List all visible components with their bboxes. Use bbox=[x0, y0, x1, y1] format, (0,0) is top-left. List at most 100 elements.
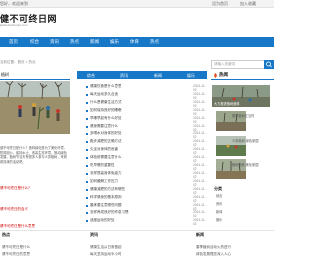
welcome-text: 您好，欢迎来到 bbox=[0, 1, 28, 6]
main-nav: 首页 综合 资讯 热点 新闻 娱乐 体育 热点 bbox=[0, 37, 274, 47]
tree-planting-photo[interactable] bbox=[0, 81, 70, 134]
bottom-col2-title: 资讯 bbox=[90, 232, 98, 237]
left-section-title: 植树 bbox=[1, 72, 9, 77]
list-item-title[interactable]: 吃早餐的重要性 bbox=[90, 163, 115, 168]
list-item-date: 2024-11-02 bbox=[193, 155, 206, 164]
nav-item-5[interactable]: 新闻 bbox=[90, 39, 99, 45]
site-domain: jianbukezhongri.com bbox=[0, 23, 28, 27]
tab-3[interactable]: 新闻 bbox=[154, 73, 162, 79]
bottom-col3-title: 新闻 bbox=[196, 232, 204, 237]
list-item-date: 2024-11-02 bbox=[193, 163, 206, 171]
bullet-icon bbox=[86, 101, 88, 104]
footer-category-title: 分类 bbox=[214, 186, 222, 191]
list-item-title[interactable]: 跑步减肥的正确方法 bbox=[90, 139, 122, 144]
bottom-col3-item-2[interactable]: 绿色发展理念深入人心 bbox=[196, 252, 231, 257]
list-item[interactable]: 怎样养成良好的作息习惯 2024-11-02 bbox=[77, 210, 207, 219]
list-item-title[interactable]: 适度运动的好处 bbox=[90, 218, 115, 223]
category-tabs: 综合 资讯 新闻 娱乐 bbox=[77, 71, 207, 79]
list-item[interactable]: 早睡早起有什么好处 2024-11-02 bbox=[77, 116, 207, 124]
side-thumb-2-title[interactable]: 义务植树 绿色家园 bbox=[232, 138, 258, 143]
list-item-title[interactable]: 多喝水对身体的好处 bbox=[90, 131, 122, 136]
bottom-col2-item-2[interactable]: 每天坚持运动半小时 bbox=[90, 252, 122, 257]
bullet-icon bbox=[86, 117, 88, 120]
list-item-date: 2024-11-02 bbox=[193, 210, 206, 219]
bullet-icon bbox=[86, 141, 88, 144]
list-item-title[interactable]: 健康减肥的方法有哪些 bbox=[90, 187, 125, 192]
side-thumb-1-title[interactable]: 春季植树正当时 bbox=[232, 113, 254, 118]
list-item-title[interactable]: 怎样提高身体免疫力 bbox=[90, 171, 122, 176]
bottom-col1-item-1[interactable]: 健不可终日是什么 bbox=[2, 245, 30, 250]
list-item[interactable]: 多喝水对身体的好处 2024-11-02 bbox=[77, 131, 207, 139]
nav-item-4[interactable]: 热点 bbox=[70, 39, 79, 45]
nav-item-7[interactable]: 体育 bbox=[130, 39, 139, 45]
nav-item-8[interactable]: 热点 bbox=[150, 39, 159, 45]
list-item-title[interactable]: 每天运动多久合适 bbox=[90, 92, 118, 97]
footer-category-1[interactable]: 综合 bbox=[216, 193, 222, 198]
list-item-title[interactable]: 体检前需要注意什么 bbox=[90, 155, 122, 160]
search-button[interactable] bbox=[264, 60, 274, 69]
hot-title: 热闻 bbox=[219, 72, 228, 77]
bottom-col1-title: 热点 bbox=[2, 232, 10, 237]
nav-item-2[interactable]: 综合 bbox=[30, 39, 39, 45]
list-item-title[interactable]: 久坐对身体的危害 bbox=[90, 147, 118, 152]
list-item-title[interactable]: 什么是健康生活方式 bbox=[90, 100, 122, 105]
list-item-title[interactable]: 如何缓解工作压力 bbox=[90, 179, 118, 184]
list-item[interactable]: 怎样提高身体免疫力 2024-11-02 bbox=[77, 171, 207, 179]
list-item[interactable]: 健身需要注意什么 2024-11-02 bbox=[77, 124, 207, 132]
list-item[interactable]: 健康减肥的方法有哪些 2024-11-02 bbox=[77, 187, 207, 195]
list-item[interactable]: 科学健身的基本原则 2024-11-02 bbox=[77, 194, 207, 203]
set-homepage-link[interactable]: 设为首页 bbox=[212, 1, 228, 7]
list-item-title[interactable]: 如何保持良好的睡眠 bbox=[90, 108, 122, 113]
left-link-1[interactable]: 健不可终日是什么？ bbox=[0, 186, 32, 191]
list-item-title[interactable]: 晨练要注意哪些问题 bbox=[90, 203, 122, 208]
bottom-col3-item-1[interactable]: 春季植树活动火热进行 bbox=[196, 245, 231, 250]
list-item[interactable]: 晨练要注意哪些问题 2024-11-02 bbox=[77, 203, 207, 211]
nav-item-3[interactable]: 资讯 bbox=[50, 39, 59, 45]
list-item[interactable]: 吃早餐的重要性 2024-11-02 bbox=[77, 163, 207, 171]
left-link-3[interactable]: 健不可终日是什么意思 bbox=[0, 224, 35, 229]
list-item[interactable]: 适度运动的好处 2024-11-02 bbox=[77, 218, 207, 226]
bullet-icon bbox=[86, 212, 88, 215]
list-item[interactable]: 跑步减肥的正确方法 2024-11-02 bbox=[77, 139, 207, 147]
footer-category-4[interactable]: 娱乐 bbox=[216, 217, 222, 222]
add-favorite-link[interactable]: 加入收藏 bbox=[240, 1, 256, 7]
list-item[interactable]: 体检前需要注意什么 2024-11-02 bbox=[77, 155, 207, 164]
nav-item-home[interactable]: 首页 bbox=[9, 39, 18, 45]
left-link-2[interactable]: 健不可终日的含义 bbox=[0, 207, 28, 212]
bottom-divider bbox=[0, 230, 274, 231]
list-item[interactable]: 久坐对身体的危害 2024-11-02 bbox=[77, 147, 207, 155]
footer-category-3[interactable]: 新闻 bbox=[216, 209, 222, 214]
list-item-title[interactable]: 科学健身的基本原则 bbox=[90, 195, 122, 200]
search-input[interactable]: 请输入关键词 bbox=[211, 60, 265, 69]
bullet-icon bbox=[86, 188, 88, 191]
list-item-title[interactable]: 健康饮食是什么意思 bbox=[90, 84, 122, 89]
bullet-icon bbox=[86, 172, 88, 175]
list-item-date: 2024-11-02 bbox=[193, 178, 206, 187]
list-item[interactable]: 什么是健康生活方式 2024-11-02 bbox=[77, 100, 207, 108]
search-placeholder: 请输入关键词 bbox=[214, 62, 235, 66]
nav-item-6[interactable]: 娱乐 bbox=[110, 39, 119, 45]
footer-category-2[interactable]: 资讯 bbox=[216, 201, 222, 206]
bottom-col2-item-1[interactable]: 健康生活从日常做起 bbox=[90, 245, 122, 250]
tab-1[interactable]: 综合 bbox=[87, 73, 95, 79]
bullet-icon bbox=[86, 125, 88, 128]
list-item-title[interactable]: 早睡早起有什么好处 bbox=[90, 116, 122, 121]
bullet-icon bbox=[86, 196, 88, 199]
list-item[interactable]: 如何保持良好的睡眠 2024-11-02 bbox=[77, 108, 207, 116]
tab-2[interactable]: 资讯 bbox=[120, 73, 128, 79]
list-item[interactable]: 健康饮食是什么意思 2024-11-02 bbox=[77, 84, 207, 92]
list-item[interactable]: 如何缓解工作压力 2024-11-02 bbox=[77, 178, 207, 187]
list-item[interactable]: 每天运动多久合适 2024-11-02 bbox=[77, 92, 207, 100]
list-item-title[interactable]: 健身需要注意什么 bbox=[90, 124, 118, 129]
side-thumb-3-title[interactable]: 植树造林 美化家园 bbox=[232, 162, 258, 167]
fire-icon bbox=[214, 73, 217, 78]
hot-header: 热闻 bbox=[211, 72, 274, 80]
bottom-col1-item-2[interactable]: 健不可终日的意思 bbox=[2, 252, 30, 257]
bullet-icon bbox=[86, 86, 88, 88]
bullet-icon bbox=[86, 93, 88, 96]
list-item-date: 2024-11-02 bbox=[193, 194, 206, 203]
tab-4[interactable]: 娱乐 bbox=[187, 73, 195, 79]
search-icon bbox=[266, 61, 272, 68]
side-feature-title[interactable]: 大力推进植树造林 bbox=[214, 101, 240, 106]
list-item-title[interactable]: 怎样养成良好的作息习惯 bbox=[90, 210, 129, 215]
